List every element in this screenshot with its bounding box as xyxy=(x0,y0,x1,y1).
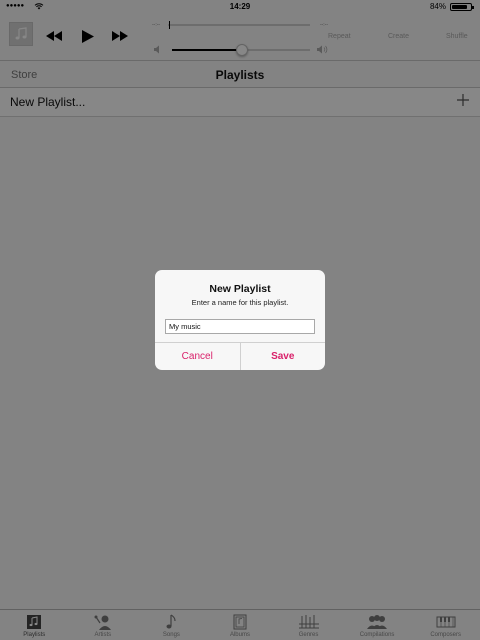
cancel-button[interactable]: Cancel xyxy=(155,343,240,370)
dialog-message: Enter a name for this playlist. xyxy=(191,298,289,307)
dialog-title: New Playlist xyxy=(209,283,271,295)
new-playlist-dialog: New Playlist Enter a name for this playl… xyxy=(155,270,325,370)
playlist-name-input[interactable] xyxy=(165,319,315,334)
dialog-buttons: Cancel Save xyxy=(155,342,325,370)
save-button[interactable]: Save xyxy=(239,343,326,370)
